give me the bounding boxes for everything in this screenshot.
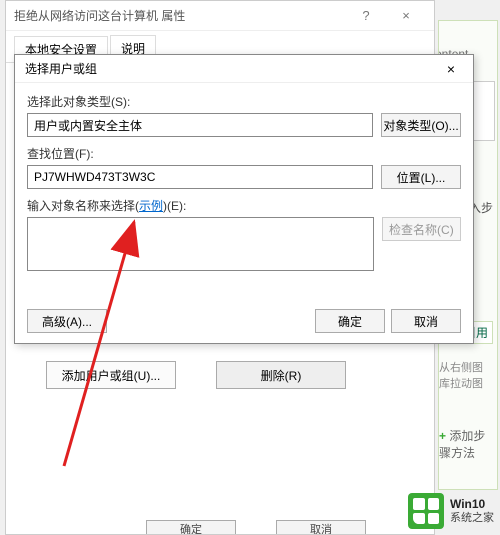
child-title: 选择用户或组 — [25, 60, 97, 77]
object-type-label: 选择此对象类型(S): — [27, 93, 461, 110]
advanced-button[interactable]: 高级(A)... — [27, 309, 107, 333]
examples-link[interactable]: 示例 — [139, 199, 163, 213]
parent-titlebar: 拒绝从网络访问这台计算机 属性 ? × — [6, 1, 434, 31]
object-names-input[interactable] — [27, 217, 374, 271]
watermark: Win10 系统之家 — [408, 493, 494, 529]
close-icon[interactable]: × — [435, 57, 467, 81]
cancel-button[interactable]: 取消 — [391, 309, 461, 333]
add-step-link[interactable]: + 添加步骤方法 — [439, 427, 493, 461]
object-names-label: 输入对象名称来选择(示例)(E): — [27, 197, 461, 214]
help-button[interactable]: ? — [346, 1, 386, 31]
add-user-group-button[interactable]: 添加用户或组(U)... — [46, 361, 176, 389]
watermark-text: Win10 系统之家 — [450, 498, 494, 523]
drag-hint: 从右侧图库拉动图 — [439, 359, 493, 391]
location-input[interactable] — [27, 165, 373, 189]
check-names-button[interactable]: 检查名称(C) — [382, 217, 461, 241]
object-type-button[interactable]: 对象类型(O)... — [381, 113, 461, 137]
select-user-group-dialog: 选择用户或组 × 选择此对象类型(S): 对象类型(O)... 查找位置(F):… — [14, 54, 474, 344]
close-button[interactable]: × — [386, 1, 426, 31]
parent-ok-button[interactable]: 确定 — [146, 520, 236, 534]
remove-button[interactable]: 删除(R) — [216, 361, 346, 389]
ok-button[interactable]: 确定 — [315, 309, 385, 333]
object-type-input[interactable] — [27, 113, 373, 137]
location-button[interactable]: 位置(L)... — [381, 165, 461, 189]
watermark-logo-icon — [408, 493, 444, 529]
parent-cancel-button[interactable]: 取消 — [276, 520, 366, 534]
parent-title: 拒绝从网络访问这台计算机 属性 — [14, 7, 185, 24]
child-titlebar: 选择用户或组 × — [15, 55, 473, 83]
location-label: 查找位置(F): — [27, 145, 461, 162]
